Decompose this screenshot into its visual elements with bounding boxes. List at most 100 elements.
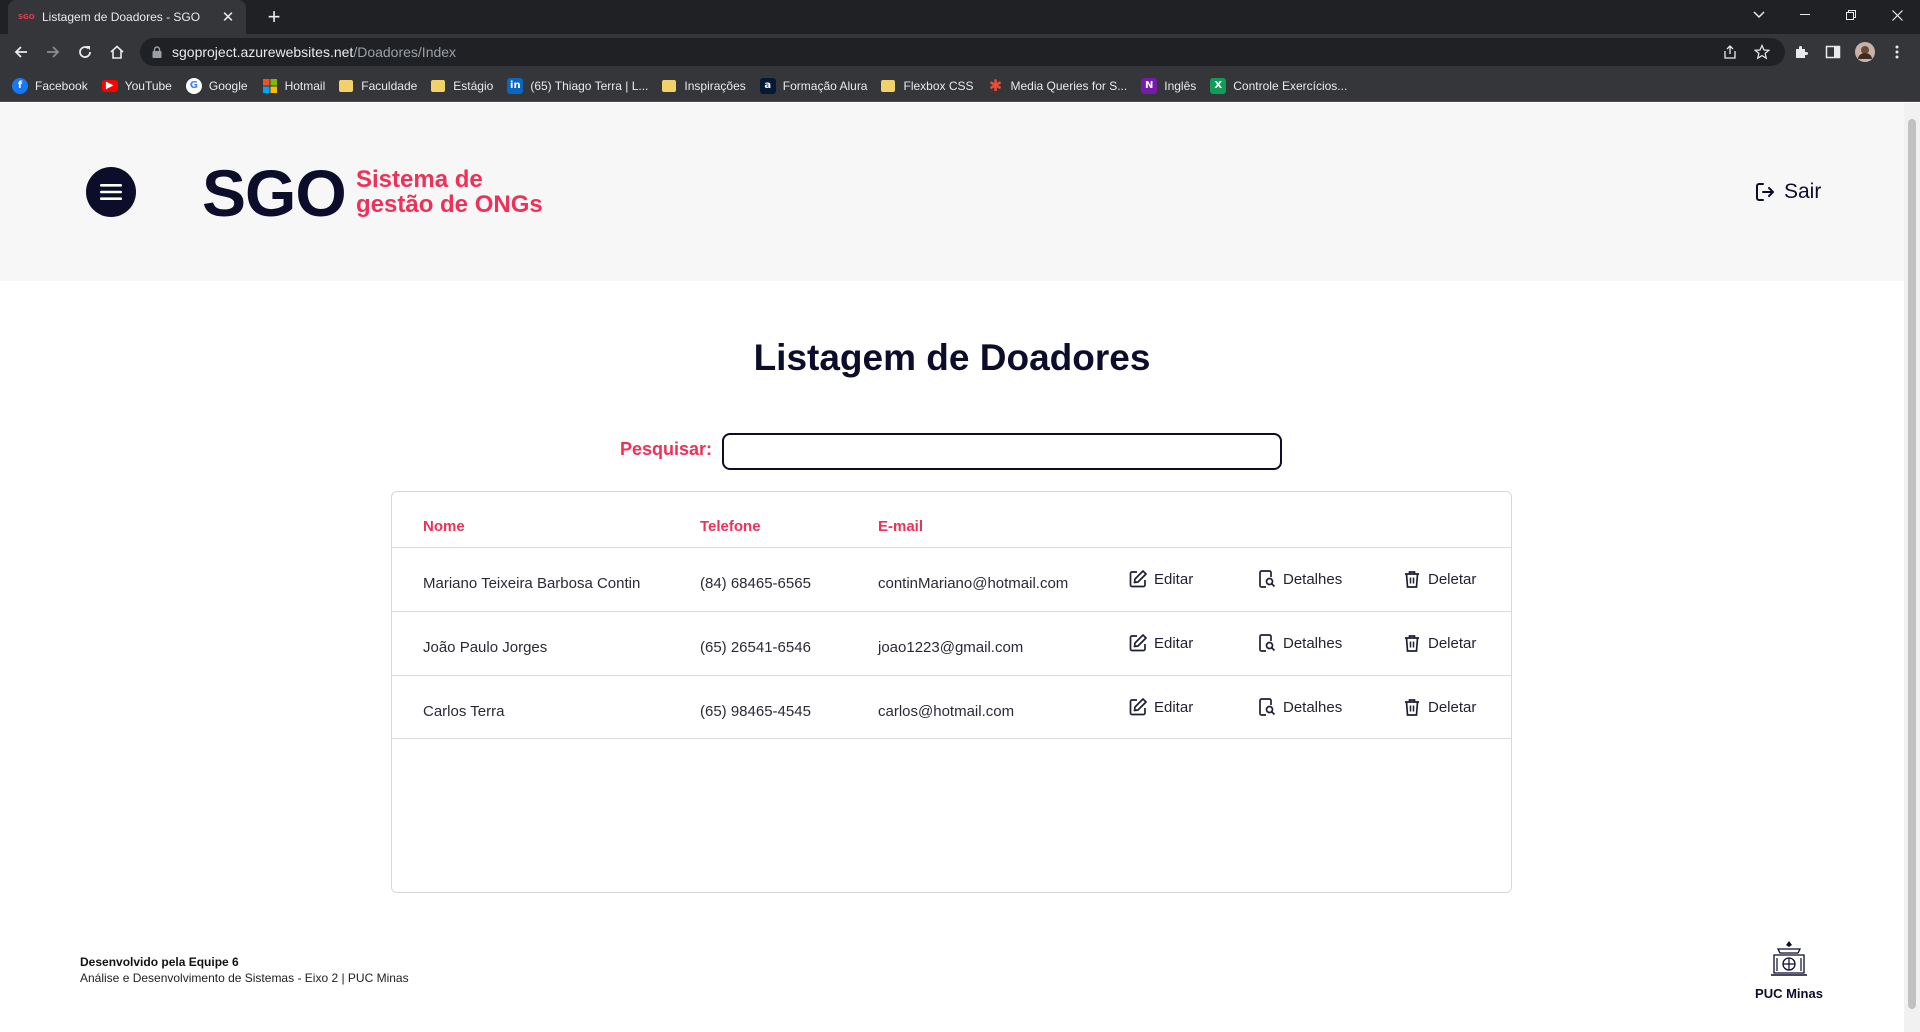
url-host: sgoproject.azurewebsites.net (172, 44, 354, 60)
bookmark-label: Facebook (35, 78, 88, 93)
puc-minas-logo: PUC Minas (1752, 939, 1826, 1001)
page-scrollbar[interactable] (1904, 103, 1920, 1032)
delete-button[interactable]: Deletar (1402, 569, 1476, 589)
logout-icon (1756, 183, 1774, 201)
search-input[interactable] (722, 433, 1282, 470)
delete-button[interactable]: Deletar (1402, 697, 1476, 717)
youtube-icon: ▶ (101, 79, 118, 92)
bookmark-media-queries[interactable]: ✱ Media Queries for S... (988, 76, 1128, 95)
bookmark-facebook[interactable]: f Facebook (12, 77, 88, 94)
edit-icon (1129, 570, 1147, 588)
details-icon (1259, 634, 1276, 652)
bookmark-label: Inspirações (684, 78, 746, 93)
bookmark-linkedin[interactable]: in (65) Thiago Terra | L... (507, 77, 649, 94)
bookmark-label: Controle Exercícios... (1233, 78, 1348, 93)
onenote-icon: N (1141, 77, 1158, 94)
delete-button[interactable]: Deletar (1402, 633, 1476, 653)
sgo-favicon-icon: SGO (18, 13, 35, 21)
tab-title: Listagem de Doadores - SGO (42, 10, 201, 24)
side-panel-icon[interactable] (1820, 39, 1846, 65)
column-header-nome: Nome (423, 518, 465, 535)
bookmark-label: Inglês (1164, 78, 1197, 93)
search-label: Pesquisar: (620, 439, 713, 459)
puc-crest-icon (1771, 941, 1807, 976)
bookmark-faculdade[interactable]: Faculdade (339, 79, 417, 93)
browser-menu-icon[interactable] (1884, 39, 1910, 65)
menu-button[interactable] (86, 167, 136, 217)
bookmark-estagio[interactable]: Estágio (431, 79, 493, 93)
google-icon: G (185, 77, 202, 94)
table-row: Carlos Terra (65) 98465-4545 carlos@hotm… (392, 675, 1511, 739)
extensions-icon[interactable] (1788, 39, 1814, 65)
bookmark-alura[interactable]: a Formação Alura (759, 77, 867, 94)
tagline-line-2: gestão de ONGs (356, 191, 543, 218)
bookmark-inspiracoes[interactable]: Inspirações (662, 78, 746, 93)
minimize-window-button[interactable] (1782, 0, 1828, 30)
page-viewport: SGO Sistema de gestão de ONGs Sair Lista… (0, 103, 1920, 1032)
bookmark-ingles[interactable]: N Inglês (1141, 77, 1197, 94)
close-window-button[interactable] (1874, 0, 1920, 30)
profile-avatar[interactable] (1852, 39, 1878, 65)
back-button[interactable] (8, 39, 34, 65)
lock-icon[interactable] (152, 46, 162, 58)
bookmark-label: Media Queries for S... (1010, 78, 1128, 93)
edit-icon (1129, 698, 1147, 716)
edit-button[interactable]: Editar (1128, 697, 1193, 717)
folder-icon (431, 79, 446, 92)
bookmark-label: Flexbox CSS (903, 78, 974, 93)
footer-course: Análise e Desenvolvimento de Sistemas - … (80, 971, 409, 985)
delete-label: Deletar (1428, 570, 1477, 588)
close-tab-icon[interactable]: ✕ (220, 8, 236, 26)
url-path: /Doadores/Index (353, 44, 457, 60)
bookmark-youtube[interactable]: ▶ YouTube (101, 78, 172, 93)
edit-icon (1129, 634, 1147, 652)
tagline-line-1: Sistema de (356, 166, 483, 193)
tab-search-chevron-icon[interactable] (1736, 0, 1782, 30)
reload-button[interactable] (72, 39, 98, 65)
bookmark-label: Faculdade (361, 78, 418, 93)
table-row: Mariano Teixeira Barbosa Contin (84) 684… (392, 547, 1511, 611)
details-button[interactable]: Detalhes (1257, 633, 1342, 653)
alura-icon: a (759, 77, 776, 94)
cell-telefone: (65) 26541-6546 (700, 639, 811, 656)
share-icon[interactable] (1722, 44, 1738, 65)
bookmark-label: YouTube (124, 78, 172, 93)
cell-telefone: (65) 98465-4545 (700, 703, 811, 720)
trash-icon (1405, 699, 1419, 716)
address-bar[interactable]: sgoproject.azurewebsites.net/Doadores/In… (140, 38, 1785, 66)
trash-icon (1405, 635, 1419, 652)
brand-logo[interactable]: SGO (202, 153, 347, 233)
edit-label: Editar (1154, 634, 1194, 652)
bookmark-controle[interactable]: X Controle Exercícios... (1210, 77, 1348, 94)
hamburger-icon (100, 184, 122, 200)
bookmark-label: (65) Thiago Terra | L... (530, 78, 649, 93)
browser-tab[interactable]: SGO Listagem de Doadores - SGO ✕ (8, 0, 246, 34)
edit-button[interactable]: Editar (1128, 633, 1193, 653)
forward-button[interactable] (40, 39, 66, 65)
bookmark-star-icon[interactable] (1753, 44, 1771, 65)
restore-window-button[interactable] (1828, 0, 1874, 30)
edit-button[interactable]: Editar (1128, 569, 1193, 589)
details-label: Detalhes (1283, 634, 1343, 652)
details-label: Detalhes (1283, 698, 1343, 716)
bookmark-hotmail[interactable]: Hotmail (262, 78, 325, 94)
new-tab-button[interactable]: + (260, 4, 288, 30)
details-button[interactable]: Detalhes (1257, 569, 1342, 589)
details-button[interactable]: Detalhes (1257, 697, 1342, 717)
bookmark-google[interactable]: G Google (185, 77, 248, 94)
facebook-icon: f (12, 77, 28, 94)
footer-team: Desenvolvido pela Equipe 6 (80, 955, 239, 969)
scrollbar-thumb[interactable] (1908, 119, 1916, 1009)
browser-toolbar: sgoproject.azurewebsites.net/Doadores/In… (0, 34, 1920, 70)
bookmark-flexbox[interactable]: Flexbox CSS (881, 78, 974, 93)
home-button[interactable] (104, 39, 130, 65)
column-header-email: E-mail (878, 518, 924, 535)
delete-label: Deletar (1428, 698, 1477, 716)
bookmarks-bar: f Facebook ▶ YouTube G Google Hotmail Fa… (0, 70, 1920, 102)
logout-button[interactable]: Sair (1754, 180, 1821, 204)
bookmark-label: Estágio (453, 78, 494, 93)
cell-nome: João Paulo Jorges (423, 639, 548, 656)
puc-logo-text: PUC Minas (1755, 986, 1823, 1001)
logout-label: Sair (1784, 180, 1822, 203)
details-icon (1259, 570, 1276, 588)
